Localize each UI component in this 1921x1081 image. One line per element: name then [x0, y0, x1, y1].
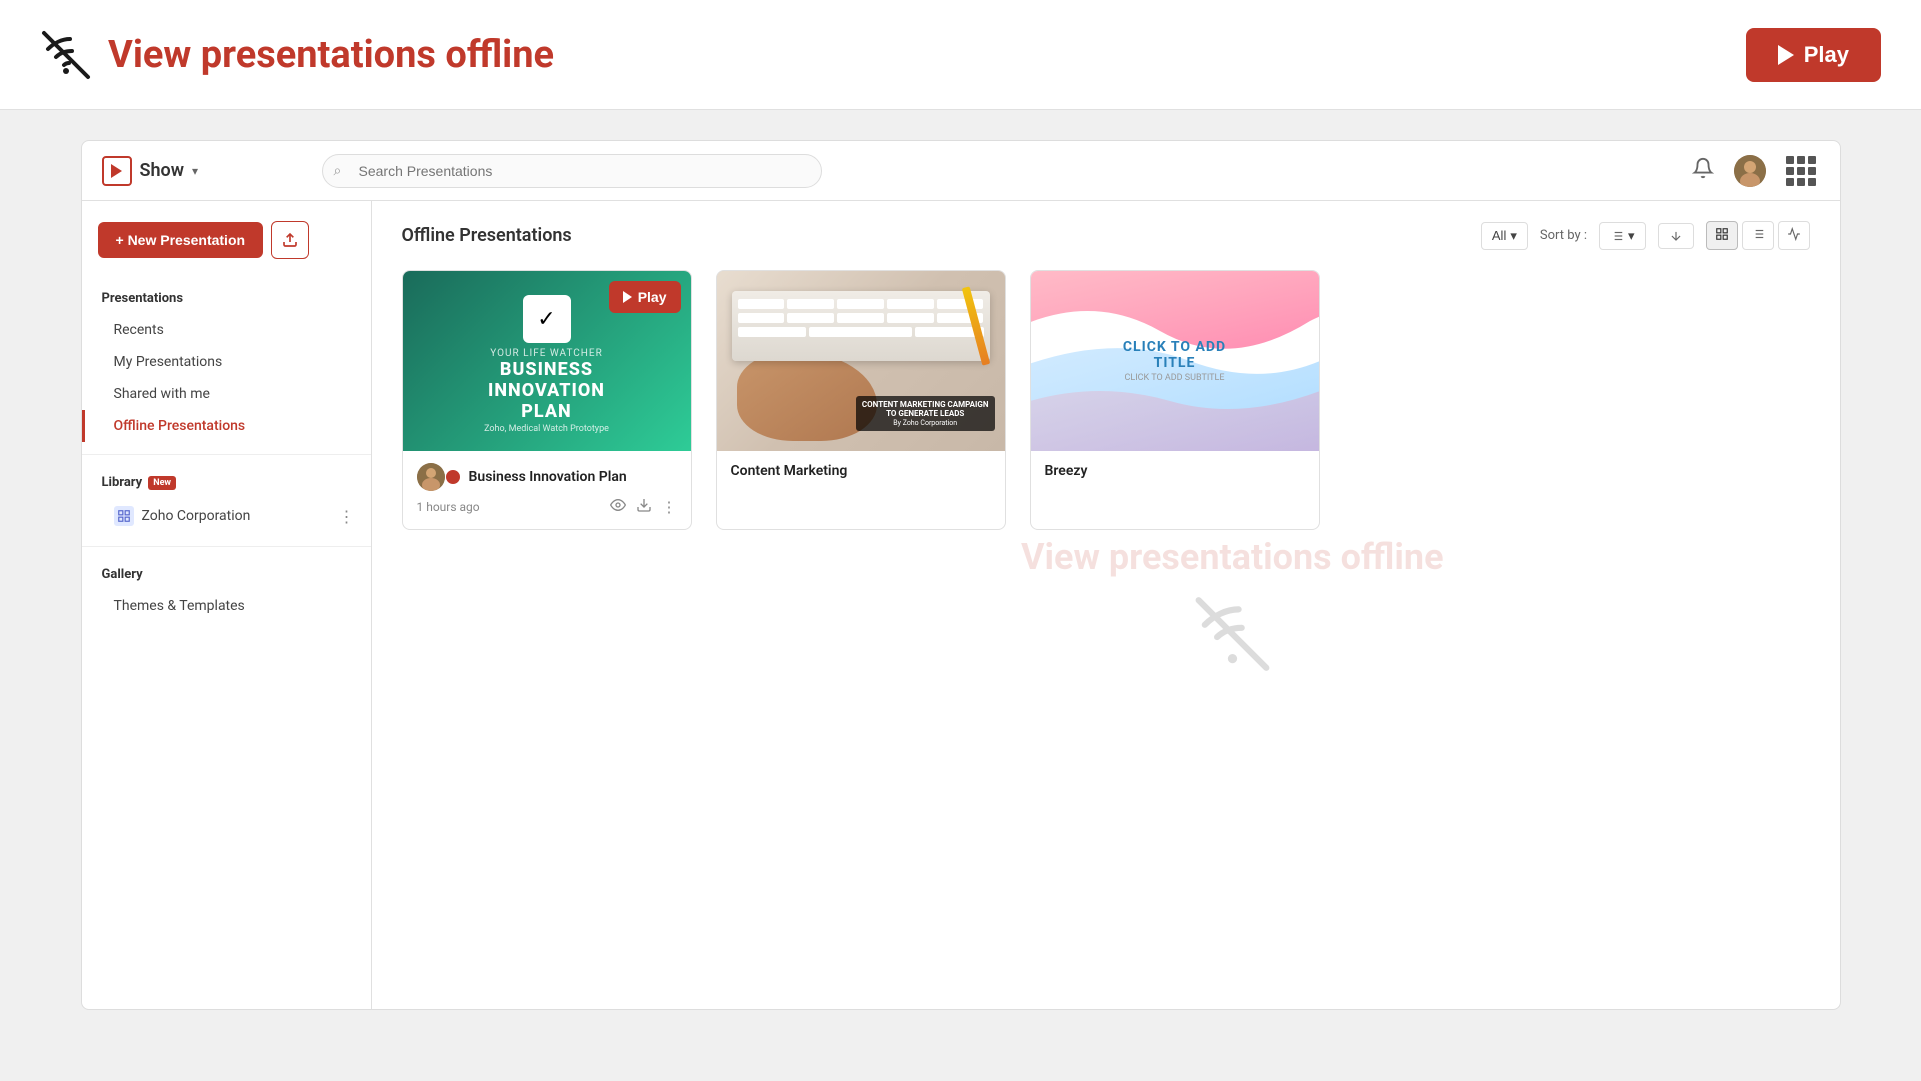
- gallery-section-title: Gallery: [82, 559, 371, 590]
- analytics-view-icon: [1787, 227, 1801, 241]
- biz-check-icon: ✓: [523, 295, 571, 343]
- presentations-grid: ✓ Your life watcher BUSINESSINNOVATIONPL…: [402, 270, 1810, 530]
- pres-card-body-breezy: Breezy: [1031, 451, 1319, 497]
- pres-more-button[interactable]: ⋮: [662, 498, 677, 516]
- offline-overlay: View presentations offline: [1021, 536, 1444, 674]
- sort-desc-icon: [1669, 229, 1683, 243]
- eye-icon: [610, 497, 626, 513]
- banner-title: View presentations offline: [108, 33, 554, 77]
- pres-name-content: Content Marketing: [731, 463, 848, 479]
- show-triangle-icon: [111, 164, 122, 178]
- pres-avatar-biz: [417, 463, 445, 491]
- filter-chevron-icon: ▾: [1510, 228, 1517, 244]
- search-input[interactable]: [322, 154, 822, 188]
- sort-desc-button[interactable]: [1658, 223, 1694, 249]
- top-banner: View presentations offline Play: [0, 0, 1921, 110]
- notification-bell-button[interactable]: [1688, 153, 1718, 188]
- app-body: + New Presentation Presentations Recents…: [82, 201, 1840, 1009]
- new-presentation-button[interactable]: + New Presentation: [98, 222, 264, 258]
- pres-name-biz: Business Innovation Plan: [469, 469, 627, 485]
- library-section-title-row: Library New: [82, 467, 371, 498]
- sidebar: + New Presentation Presentations Recents…: [82, 201, 372, 1009]
- app-container: Show ▾ ⌕: [81, 140, 1841, 1010]
- sort-icon: [1610, 229, 1624, 243]
- grid-view-icon: [1715, 227, 1729, 241]
- presentation-card-biz-plan[interactable]: ✓ Your life watcher BUSINESSINNOVATIONPL…: [402, 270, 692, 530]
- sidebar-item-offline-presentations[interactable]: Offline Presentations: [82, 410, 371, 442]
- download-icon: [636, 497, 652, 513]
- user-avatar[interactable]: [1734, 155, 1766, 187]
- show-logo-icon: [102, 156, 132, 186]
- library-label: Library: [102, 475, 143, 490]
- app-header: Show ▾ ⌕: [82, 141, 1840, 201]
- sort-chevron-icon: ▾: [1628, 228, 1635, 244]
- app-name-label: Show: [140, 160, 185, 181]
- pres-view-button[interactable]: [610, 497, 626, 517]
- main-content: View presentations offline Offline Prese…: [372, 201, 1840, 1009]
- banner-left: View presentations offline: [40, 29, 554, 81]
- pres-download-button[interactable]: [636, 497, 652, 517]
- filter-all-button[interactable]: All ▾: [1481, 222, 1528, 250]
- card-play-button-biz[interactable]: Play: [609, 281, 681, 313]
- pres-name-breezy: Breezy: [1045, 463, 1088, 479]
- sidebar-item-my-presentations[interactable]: My Presentations: [82, 346, 371, 378]
- pres-avatar-secondary: [445, 469, 461, 485]
- presentations-section-title: Presentations: [82, 283, 371, 314]
- content-controls: All ▾ Sort by : ▾: [1481, 221, 1810, 250]
- pres-thumbnail-breezy: CLICK TO ADD TITLE CLICK TO ADD SUBTITLE: [1031, 271, 1319, 451]
- org-icon: [114, 506, 134, 526]
- presentation-card-content-marketing[interactable]: CONTENT MARKETING CAMPAIGNTO GENERATE LE…: [716, 270, 1006, 530]
- sidebar-divider-1: [82, 454, 371, 455]
- sidebar-item-themes-templates[interactable]: Themes & Templates: [82, 590, 371, 622]
- new-presentation-row: + New Presentation: [82, 221, 371, 279]
- header-actions: [1688, 152, 1820, 190]
- library-new-badge: New: [148, 476, 176, 490]
- pres-thumbnail-content: CONTENT MARKETING CAMPAIGNTO GENERATE LE…: [717, 271, 1005, 451]
- content-header: Offline Presentations All ▾ Sort by :: [402, 221, 1810, 250]
- breezy-subtitle: CLICK TO ADD SUBTITLE: [1103, 373, 1247, 383]
- pres-thumbnail-biz-plan: ✓ Your life watcher BUSINESSINNOVATIONPL…: [403, 271, 691, 451]
- presentation-card-breezy[interactable]: CLICK TO ADD TITLE CLICK TO ADD SUBTITLE…: [1030, 270, 1320, 530]
- sidebar-item-zoho-corporation[interactable]: Zoho Corporation ⋮: [82, 498, 371, 534]
- show-dropdown-arrow[interactable]: ▾: [192, 164, 198, 178]
- app-logo-area: Show ▾: [102, 156, 302, 186]
- wifi-off-icon: [40, 29, 92, 81]
- pres-card-body-biz: Business Innovation Plan 1 hours ago: [403, 451, 691, 529]
- analytics-view-button[interactable]: [1778, 221, 1810, 250]
- play-triangle-icon: [623, 291, 632, 303]
- list-view-button[interactable]: [1742, 221, 1774, 250]
- sidebar-item-recents[interactable]: Recents: [82, 314, 371, 346]
- sort-button[interactable]: ▾: [1599, 222, 1646, 250]
- upload-button[interactable]: [271, 221, 309, 259]
- content-marketing-text-overlay: CONTENT MARKETING CAMPAIGNTO GENERATE LE…: [856, 396, 995, 431]
- breezy-click-to-add: CLICK TO ADD TITLE: [1103, 339, 1247, 371]
- grid-view-button[interactable]: [1706, 221, 1738, 250]
- sidebar-item-shared-with-me[interactable]: Shared with me: [82, 378, 371, 410]
- pres-time-biz: 1 hours ago: [417, 500, 480, 514]
- search-icon: ⌕: [334, 163, 342, 179]
- overlay-wifi-off-icon: [1192, 594, 1272, 674]
- list-view-icon: [1751, 227, 1765, 241]
- view-toggle: [1706, 221, 1810, 250]
- library-item-more-button[interactable]: ⋮: [339, 507, 355, 526]
- pres-card-body-content: Content Marketing: [717, 451, 1005, 497]
- sort-by-label: Sort by :: [1540, 228, 1587, 243]
- sidebar-divider-2: [82, 546, 371, 547]
- grid-dots-icon: [1786, 156, 1816, 186]
- play-button[interactable]: Play: [1746, 28, 1881, 82]
- play-triangle-icon: [1778, 45, 1794, 65]
- search-bar: ⌕: [322, 154, 822, 188]
- apps-grid-button[interactable]: [1782, 152, 1820, 190]
- content-title: Offline Presentations: [402, 225, 572, 246]
